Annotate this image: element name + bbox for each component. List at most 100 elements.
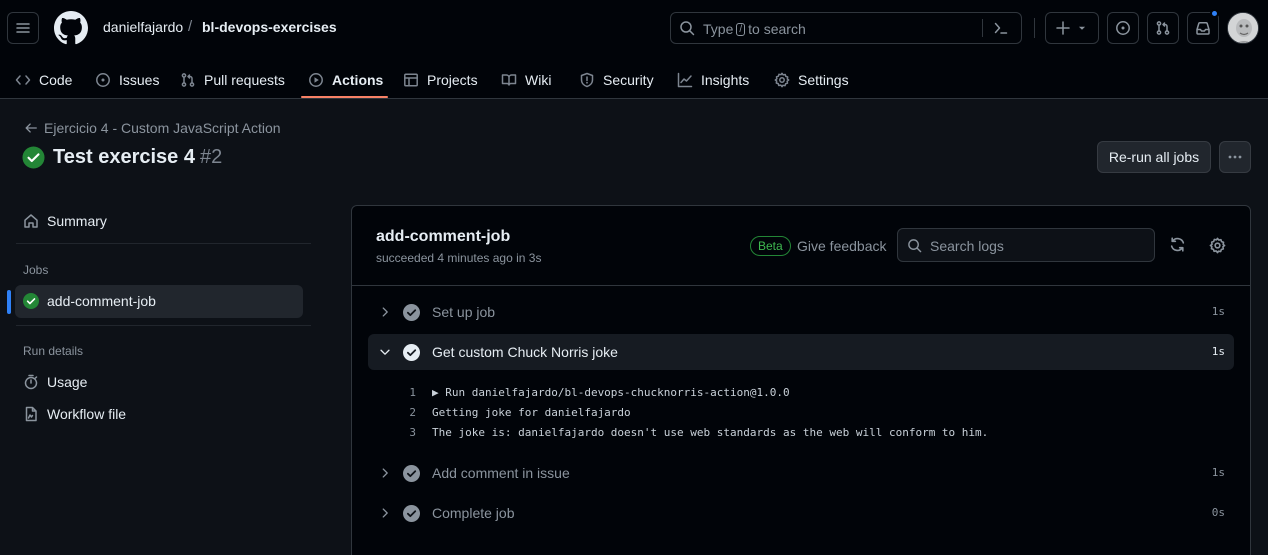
tab-actions-label: Actions xyxy=(332,71,384,88)
step-duration: 1s xyxy=(1211,466,1225,479)
code-icon xyxy=(15,74,31,85)
step-name: Set up job xyxy=(432,304,496,320)
home-icon xyxy=(24,214,38,228)
sidebar-item-summary[interactable]: Summary xyxy=(23,213,107,229)
search-logs-input[interactable]: Search logs xyxy=(897,228,1155,262)
step-name: Get custom Chuck Norris joke xyxy=(432,344,618,360)
gear-icon[interactable] xyxy=(1209,237,1226,254)
sidebar-divider xyxy=(16,243,311,244)
tab-pull-requests-label: Pull requests xyxy=(204,71,285,88)
active-item-indicator xyxy=(7,290,11,314)
step-row[interactable]: Complete job 0s xyxy=(368,495,1234,531)
notification-indicator xyxy=(1210,9,1219,18)
pull-requests-button[interactable] xyxy=(1147,12,1179,44)
pull-request-icon xyxy=(181,72,195,87)
plus-icon xyxy=(1056,21,1070,35)
log-line[interactable]: 1 ▶ Run danielfajardo/bl-devops-chucknorr… xyxy=(400,386,789,406)
tab-issues-label: Issues xyxy=(119,71,160,88)
sidebar-item-usage[interactable]: Usage xyxy=(23,374,87,390)
book-icon xyxy=(501,73,517,86)
active-tab-indicator xyxy=(301,96,388,98)
step-row[interactable]: Add comment in issue 1s xyxy=(368,455,1234,491)
inbox-icon xyxy=(1196,22,1210,35)
avatar-image-icon xyxy=(1228,13,1258,43)
avatar[interactable] xyxy=(1227,12,1259,44)
search-shortcut-key: / xyxy=(736,22,746,36)
check-circle-fill-icon xyxy=(403,304,420,321)
arrow-left-icon xyxy=(25,123,37,133)
breadcrumb-owner[interactable]: danielfajardo xyxy=(103,19,183,35)
log-line-text: Getting joke for danielfajardo xyxy=(432,406,631,419)
breadcrumb-separator: / xyxy=(188,18,193,35)
back-to-workflow-link[interactable]: Ejercicio 4 - Custom JavaScript Action xyxy=(24,120,281,136)
sidebar-divider xyxy=(16,325,311,326)
search-divider xyxy=(982,19,983,37)
tab-pull-requests[interactable]: Pull requests xyxy=(180,60,285,99)
step-row-expanded[interactable]: Get custom Chuck Norris joke 1s xyxy=(368,334,1234,370)
give-feedback-link[interactable]: Give feedback xyxy=(797,238,887,254)
log-line-number[interactable]: 2 xyxy=(400,406,416,419)
tab-wiki-label: Wiki xyxy=(525,71,552,88)
tab-code[interactable]: Code xyxy=(15,60,72,99)
log-line[interactable]: 3 The joke is: danielfajardo doesn't use … xyxy=(400,426,988,446)
check-circle-fill-icon xyxy=(403,344,420,361)
panel-divider xyxy=(352,285,1250,286)
log-line-text: The joke is: danielfajardo doesn't use w… xyxy=(432,426,989,439)
triangle-down-icon xyxy=(1078,26,1086,30)
shield-icon xyxy=(580,72,594,87)
tab-issues[interactable]: Issues xyxy=(95,60,159,99)
check-circle-fill-icon xyxy=(403,465,420,482)
search-placeholder-end: to search xyxy=(748,21,806,37)
workflow-name: Ejercicio 4 - Custom JavaScript Action xyxy=(44,120,281,136)
sidebar-item-label: Summary xyxy=(47,213,107,229)
more-options-button[interactable] xyxy=(1219,141,1251,173)
check-circle-fill-icon xyxy=(22,146,45,169)
create-new-button[interactable] xyxy=(1045,12,1099,44)
step-duration: 1s xyxy=(1211,345,1225,358)
tab-projects-label: Projects xyxy=(427,71,478,88)
issues-button[interactable] xyxy=(1107,12,1139,44)
tab-wiki[interactable]: Wiki xyxy=(501,60,551,99)
tab-actions[interactable]: Actions xyxy=(308,60,383,99)
global-header: danielfajardo / bl-devops-exercises Type… xyxy=(0,0,1268,99)
log-line[interactable]: 2 Getting joke for danielfajardo xyxy=(400,406,631,426)
kebab-horizontal-icon xyxy=(1228,155,1242,159)
tab-code-label: Code xyxy=(39,71,73,88)
breadcrumb-repo[interactable]: bl-devops-exercises xyxy=(202,19,337,35)
gear-icon xyxy=(774,72,790,87)
stopwatch-icon xyxy=(24,374,38,390)
refresh-icon[interactable] xyxy=(1169,236,1186,253)
step-row[interactable]: Set up job 1s xyxy=(368,294,1234,330)
tab-settings[interactable]: Settings xyxy=(774,60,849,99)
graph-icon xyxy=(677,72,693,87)
tab-security[interactable]: Security xyxy=(579,60,654,99)
sidebar-item-workflow-file[interactable]: Workflow file xyxy=(23,406,126,422)
menu-button[interactable] xyxy=(7,12,39,44)
command-palette-icon[interactable] xyxy=(993,20,1009,36)
search-placeholder-start: Type xyxy=(703,21,734,37)
file-icon xyxy=(25,406,37,422)
tab-settings-label: Settings xyxy=(798,71,849,88)
job-title: add-comment-job xyxy=(376,228,511,245)
log-line-number[interactable]: 3 xyxy=(400,426,416,439)
global-search[interactable]: Type / to search xyxy=(670,12,1022,44)
tab-projects[interactable]: Projects xyxy=(403,60,478,99)
search-icon xyxy=(908,239,922,253)
sidebar-item-label: add-comment-job xyxy=(47,293,156,309)
log-line-number[interactable]: 1 xyxy=(400,386,416,399)
repo-nav: Code Issues Pull requests Actions Projec… xyxy=(0,60,900,99)
sidebar-item-job[interactable]: add-comment-job xyxy=(23,293,156,309)
header-divider xyxy=(1034,18,1035,38)
chevron-right-icon xyxy=(382,468,388,478)
tab-insights[interactable]: Insights xyxy=(677,60,749,99)
step-duration: 1s xyxy=(1211,305,1225,318)
sidebar-item-label: Usage xyxy=(47,374,88,390)
beta-badge: Beta xyxy=(750,236,791,256)
step-name: Complete job xyxy=(432,505,515,521)
sidebar-item-label: Workflow file xyxy=(47,406,127,422)
rerun-all-jobs-button[interactable]: Re-run all jobs xyxy=(1097,141,1211,173)
github-logo-icon[interactable] xyxy=(54,11,88,45)
chevron-right-icon xyxy=(382,508,388,518)
job-status-text: succeeded 4 minutes ago in 3s xyxy=(376,251,542,265)
step-name: Add comment in issue xyxy=(432,465,570,481)
